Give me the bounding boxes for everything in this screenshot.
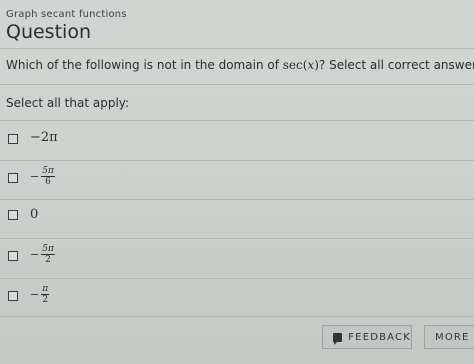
topic-label: Graph secant functions xyxy=(6,9,127,20)
option-fraction: 5π 6 xyxy=(41,166,55,187)
more-info-label: MORE I xyxy=(435,331,474,343)
option-label: −2π xyxy=(30,130,58,145)
fraction-numerator: 5π xyxy=(41,244,55,255)
checkbox-icon[interactable] xyxy=(8,210,18,220)
answer-option-3[interactable]: 0 xyxy=(0,200,474,238)
option-label: − 5π 2 xyxy=(30,244,55,265)
fraction-numerator: 5π xyxy=(41,166,55,177)
prompt-text-after: ? Select all correct answers. xyxy=(318,58,474,72)
option-sign: − xyxy=(30,248,40,261)
fraction-denominator: 2 xyxy=(42,295,49,305)
option-label: 0 xyxy=(30,207,39,222)
title-divider xyxy=(0,48,474,49)
feedback-label: FEEDBACK xyxy=(348,331,411,343)
prompt-math-fn: sec( xyxy=(282,58,308,72)
prompt-text-before: Which of the following is not in the dom… xyxy=(6,58,283,72)
question-page: Graph secant functions Question Which of… xyxy=(0,0,474,364)
answer-option-2[interactable]: − 5π 6 xyxy=(0,161,474,199)
fraction-denominator: 6 xyxy=(45,177,51,187)
option-fraction: 5π 2 xyxy=(41,244,55,265)
option-sign: − xyxy=(30,170,40,183)
option-label: − π 2 xyxy=(30,284,50,305)
fraction-numerator: π xyxy=(41,284,50,295)
prompt-math: sec(x) xyxy=(283,58,319,72)
feedback-button[interactable]: FEEDBACK xyxy=(322,325,412,349)
select-all-label: Select all that apply: xyxy=(6,96,130,110)
page-title: Question xyxy=(6,21,91,43)
question-prompt: Which of the following is not in the dom… xyxy=(6,58,474,72)
checkbox-icon[interactable] xyxy=(8,251,18,261)
prompt-divider xyxy=(0,84,474,85)
feedback-icon xyxy=(333,332,343,345)
option-label: − 5π 6 xyxy=(30,166,55,187)
option-fraction: π 2 xyxy=(41,284,50,305)
options-bottom-divider xyxy=(0,316,474,317)
checkbox-icon[interactable] xyxy=(8,134,18,144)
checkbox-icon[interactable] xyxy=(8,173,18,183)
answer-option-4[interactable]: − 5π 2 xyxy=(0,239,474,277)
more-info-button[interactable]: MORE I xyxy=(424,325,474,349)
checkbox-icon[interactable] xyxy=(8,291,18,301)
answer-option-1[interactable]: −2π xyxy=(0,121,474,159)
option-sign: − xyxy=(30,288,40,301)
answer-option-5[interactable]: − π 2 xyxy=(0,279,474,317)
fraction-denominator: 2 xyxy=(45,255,51,265)
